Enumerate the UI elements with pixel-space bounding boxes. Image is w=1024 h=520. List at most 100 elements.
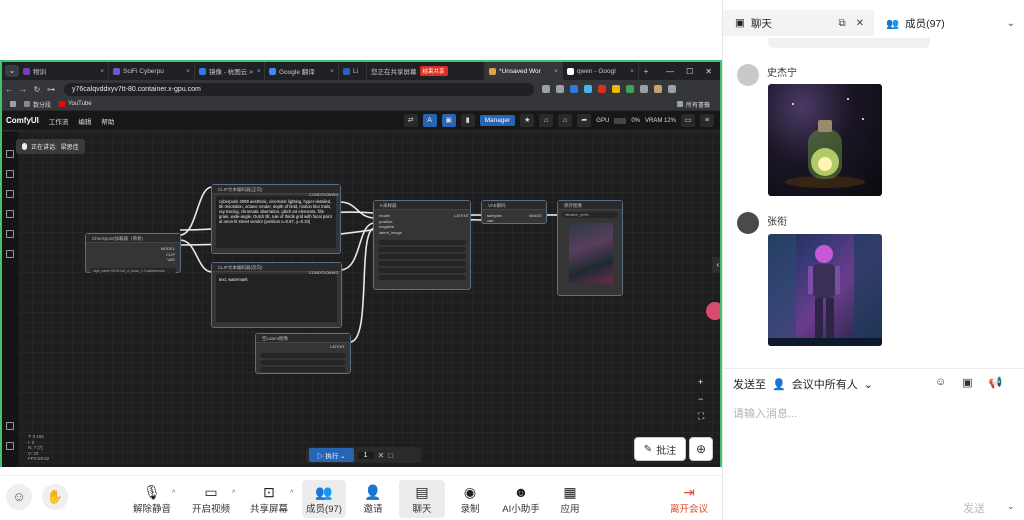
scheduler-widget[interactable]	[378, 275, 466, 280]
filename-prefix-label: filename_prefix	[565, 213, 589, 217]
leave-icon: ⇥	[683, 484, 695, 500]
batch-count-input[interactable]: 1	[357, 451, 374, 459]
ai-assistant-button[interactable]: ☻ AI小助手	[496, 480, 546, 518]
folder-icon[interactable]: ▣	[962, 376, 972, 389]
seed-widget[interactable]	[378, 240, 466, 245]
sampler-widget[interactable]	[378, 268, 466, 273]
steps-widget[interactable]	[378, 254, 466, 259]
share-options-caret[interactable]: ^	[290, 490, 293, 497]
share-area-top	[0, 0, 722, 60]
ckpt-name-widget[interactable]: ckpt_name SDXL\sd_xl_base_1.0.safetensor…	[90, 267, 176, 274]
record-button[interactable]: ◉ 录制	[452, 480, 488, 518]
cfg-widget[interactable]	[378, 261, 466, 266]
megaphone-icon[interactable]: 📢	[989, 376, 1003, 389]
node-title: Checkpoint加载器（简易）	[86, 234, 180, 243]
ai-assistant-label: AI小助手	[502, 504, 540, 515]
start-video-label: 开启视频	[191, 504, 230, 515]
cancel-icon[interactable]: ✕	[378, 451, 385, 460]
collapse-panel-icon[interactable]: ‹	[712, 257, 720, 273]
conditioning-output: CONDITIONING	[309, 270, 339, 275]
magnify-button[interactable]: ⊕	[689, 437, 713, 461]
run-button[interactable]: ▷ 执行 ⌄	[309, 448, 354, 462]
chat-panel: ▣ 聊天 ⧉ ✕ 👥 成员(97) ⌄ 史杰宁 张衔 发送至 👤 会议中所有人 …	[722, 0, 1024, 520]
popout-icon[interactable]: ⧉	[838, 18, 845, 29]
close-icon[interactable]: ✕	[856, 18, 864, 29]
chat-image-jar[interactable]	[768, 84, 882, 196]
node-title: 空Latent图像	[256, 334, 350, 343]
control-widget[interactable]	[378, 247, 466, 252]
send-button[interactable]: 发送	[963, 500, 985, 516]
raise-hand-button[interactable]: ✋	[42, 484, 68, 510]
stop-icon[interactable]: □	[388, 451, 393, 460]
cyberpunk-robot-art	[768, 234, 882, 346]
generated-image-preview[interactable]	[569, 223, 613, 283]
emoji-icon[interactable]: ☺	[935, 376, 946, 389]
node-title: 保存图像	[558, 201, 622, 210]
chat-image-cyberpunk[interactable]	[768, 234, 882, 346]
send-options-caret[interactable]: ⌄	[1007, 501, 1015, 512]
video-options-caret[interactable]: ^	[232, 490, 235, 497]
chevron-down-icon: ⌄	[863, 378, 873, 391]
node-outputs: MODEL CLIP VAE	[86, 243, 180, 266]
leave-meeting-button[interactable]: ⇥ 离开会议	[664, 480, 714, 518]
avatar[interactable]	[737, 212, 759, 234]
unmute-button[interactable]: 🎙 解除静音	[132, 480, 172, 518]
filename-prefix-widget[interactable]: filename_prefix	[562, 212, 618, 218]
reaction-emoji-button[interactable]: ☺	[6, 484, 32, 510]
height-widget[interactable]	[260, 359, 346, 365]
batch-size-widget[interactable]	[260, 366, 346, 372]
invite-button[interactable]: 👤 邀请	[354, 480, 392, 518]
start-video-button[interactable]: ▭ 开启视频	[190, 480, 232, 518]
annotate-button[interactable]: ✎ 批注	[634, 437, 686, 461]
apps-button[interactable]: ▦ 应用	[552, 480, 588, 518]
meeting-window: ⌄ 物训 × SciFi Cyberpu × 镜像 - 杭图云 > × Goog…	[0, 0, 1024, 520]
chat-button[interactable]: ▤ 聊天	[399, 480, 445, 518]
share-screen-label: 共享屏幕	[249, 504, 288, 515]
record-label: 录制	[460, 504, 480, 515]
message-input[interactable]: 请输入消息...	[733, 405, 797, 421]
prompt-textarea[interactable]: text, watermark	[216, 274, 337, 322]
checkpoint-loader-node[interactable]: Checkpoint加载器（简易） MODEL CLIP VAE ckpt_na…	[85, 233, 181, 274]
members-button[interactable]: 👥 成员(97)	[302, 480, 346, 518]
pen-icon: ✎	[643, 443, 653, 455]
tab-actions: ⌄	[1007, 18, 1015, 29]
invite-label: 邀请	[363, 504, 383, 515]
mic-off-icon: 🎙	[143, 484, 161, 500]
avatar[interactable]	[737, 64, 759, 86]
person-icon: 👤	[772, 378, 786, 391]
width-widget[interactable]	[260, 352, 346, 358]
apps-label: 应用	[560, 504, 580, 515]
glowing-plant-jar-art	[785, 98, 865, 188]
audio-options-caret[interactable]: ^	[172, 490, 175, 497]
chat-panel-tabs: ▣ 聊天 ⧉ ✕ 👥 成员(97) ⌄	[723, 10, 1024, 36]
floating-action-button[interactable]	[706, 302, 720, 320]
sender-name: 史杰宁	[767, 68, 797, 79]
vae-decode-node[interactable]: VAE解码 samples vae	[481, 200, 547, 224]
empty-latent-node[interactable]: 空Latent图像 LATENT	[255, 333, 351, 374]
chevron-down-icon[interactable]: ⌄	[1007, 18, 1015, 29]
prompt-textarea[interactable]: cyberpunk 2099 aesthetic, cinematic ligh…	[216, 196, 336, 248]
divider	[723, 368, 1024, 369]
hand-icon: ✋	[46, 489, 64, 504]
leave-label: 离开会议	[669, 504, 708, 515]
image-output: IMAGE	[529, 213, 542, 218]
tab-members[interactable]: 👥 成员(97) ⌄	[874, 10, 1024, 36]
share-screen-icon: ⊡	[263, 484, 275, 500]
share-screen-button[interactable]: ⊡ 共享屏幕	[248, 480, 290, 518]
zoom-out-icon[interactable]: −	[698, 394, 704, 404]
members-icon: 👥	[886, 17, 900, 30]
output-vae: VAE	[167, 257, 175, 262]
composer-tools: ☺ ▣ 📢	[935, 376, 1002, 389]
save-image-node[interactable]: 保存图像 filename_prefix	[557, 200, 623, 296]
emoji-icon: ☺	[12, 489, 26, 504]
send-to-label: 发送至	[733, 379, 766, 391]
members-icon: 👥	[315, 484, 333, 500]
run-label: 执行	[325, 453, 339, 460]
node-title: VAE解码	[482, 201, 546, 210]
tab-chat[interactable]: ▣ 聊天 ⧉ ✕	[723, 10, 874, 36]
input-latent: latent_image	[379, 229, 402, 235]
fit-view-icon[interactable]: ⛶	[698, 411, 704, 422]
send-to-selector[interactable]: 发送至 👤 会议中所有人 ⌄	[733, 376, 873, 392]
sender-name: 张衔	[767, 217, 787, 228]
zoom-in-icon[interactable]: +	[698, 377, 704, 387]
